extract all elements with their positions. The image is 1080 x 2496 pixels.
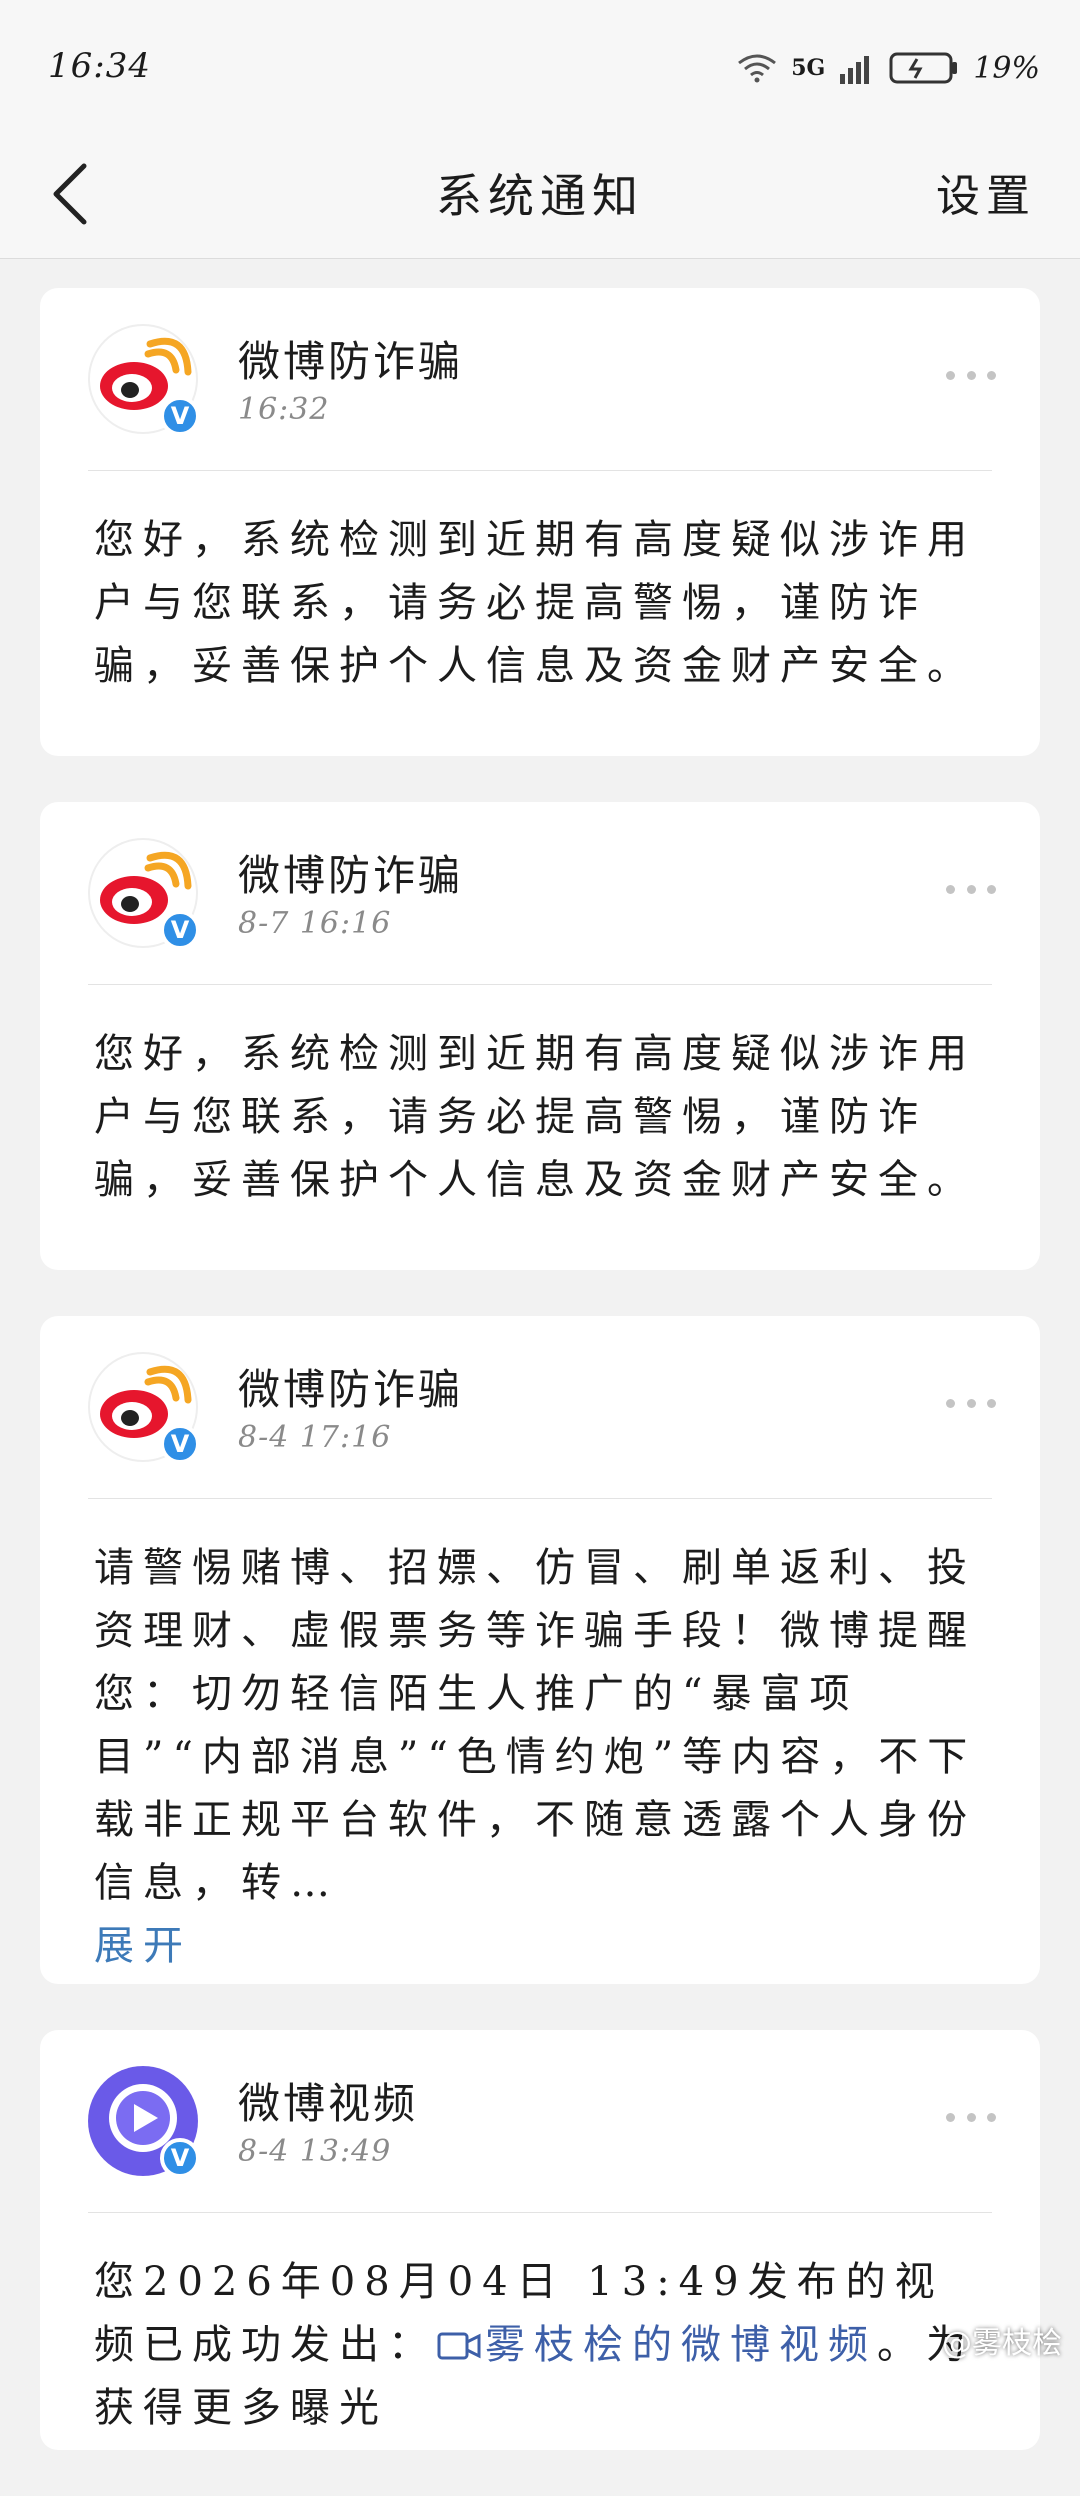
- expand-link[interactable]: 展开: [94, 1915, 990, 1978]
- sender-name[interactable]: 微博防诈骗: [238, 1356, 463, 1417]
- more-options-button[interactable]: [946, 2102, 996, 2132]
- verified-icon: V: [160, 1424, 200, 1464]
- sender-name[interactable]: 微博视频: [238, 2070, 418, 2131]
- video-icon: [437, 2328, 481, 2362]
- divider: [88, 984, 992, 985]
- video-link[interactable]: 雾枝桧的微博视频: [437, 2322, 877, 2368]
- watermark: @雾枝桧: [942, 2318, 1062, 2362]
- verified-icon: V: [160, 2138, 200, 2178]
- sender-name[interactable]: 微博防诈骗: [238, 842, 463, 903]
- video-link-text[interactable]: 雾枝桧的微博视频: [485, 2322, 877, 2368]
- divider: [88, 1498, 992, 1499]
- battery-icon: [889, 51, 959, 85]
- verified-icon: V: [160, 910, 200, 950]
- notification-list: V 微博防诈骗 16:32 您好，系统检测到近期有高度疑似涉诈用户与您联系，请务…: [40, 288, 1040, 2496]
- status-icons: 5G 19%: [737, 46, 1040, 90]
- notification-body: 您2026年08月04日 13:49发布的视频已成功发出：雾枝桧的微博视频。为获…: [94, 2251, 990, 2440]
- notification-card: V 微博防诈骗 16:32 您好，系统检测到近期有高度疑似涉诈用户与您联系，请务…: [40, 288, 1040, 756]
- page-title: 系统通知: [0, 160, 1080, 226]
- status-bar: 16:34 5G 19%: [0, 0, 1080, 130]
- verified-icon: V: [160, 396, 200, 436]
- wifi-icon: [737, 53, 777, 83]
- sender-name[interactable]: 微博防诈骗: [238, 328, 463, 389]
- notification-time: 16:32: [238, 392, 329, 427]
- notification-body: 您好，系统检测到近期有高度疑似涉诈用户与您联系，请务必提高警惕，谨防诈骗，妥善保…: [94, 509, 990, 698]
- status-time: 16:34: [48, 46, 151, 86]
- settings-button[interactable]: 设置: [936, 160, 1036, 224]
- signal-icon: [839, 52, 875, 84]
- avatar[interactable]: V: [88, 1352, 198, 1462]
- notification-time: 8-4 17:16: [238, 1420, 391, 1455]
- more-options-button[interactable]: [946, 1388, 996, 1418]
- notification-time: 8-7 16:16: [238, 906, 391, 941]
- more-options-button[interactable]: [946, 360, 996, 390]
- notification-body: 请警惕赌博、招嫖、仿冒、刷单返利、投资理财、虚假票务等诈骗手段！微博提醒您：切勿…: [94, 1537, 990, 1915]
- divider: [88, 2212, 992, 2213]
- network-type: 5G: [791, 55, 825, 81]
- notification-card: V 微博视频 8-4 13:49 您2026年08月04日 13:49发布的视频…: [40, 2030, 1040, 2450]
- battery-level: 19%: [973, 51, 1040, 86]
- avatar[interactable]: V: [88, 838, 198, 948]
- navigation-bar: 系统通知 设置: [0, 130, 1080, 259]
- avatar[interactable]: V: [88, 324, 198, 434]
- more-options-button[interactable]: [946, 874, 996, 904]
- notification-body: 您好，系统检测到近期有高度疑似涉诈用户与您联系，请务必提高警惕，谨防诈骗，妥善保…: [94, 1023, 990, 1212]
- divider: [88, 470, 992, 471]
- avatar[interactable]: V: [88, 2066, 198, 2176]
- notification-card: V 微博防诈骗 8-4 17:16 请警惕赌博、招嫖、仿冒、刷单返利、投资理财、…: [40, 1316, 1040, 1984]
- notification-time: 8-4 13:49: [238, 2134, 391, 2169]
- notification-card: V 微博防诈骗 8-7 16:16 您好，系统检测到近期有高度疑似涉诈用户与您联…: [40, 802, 1040, 1270]
